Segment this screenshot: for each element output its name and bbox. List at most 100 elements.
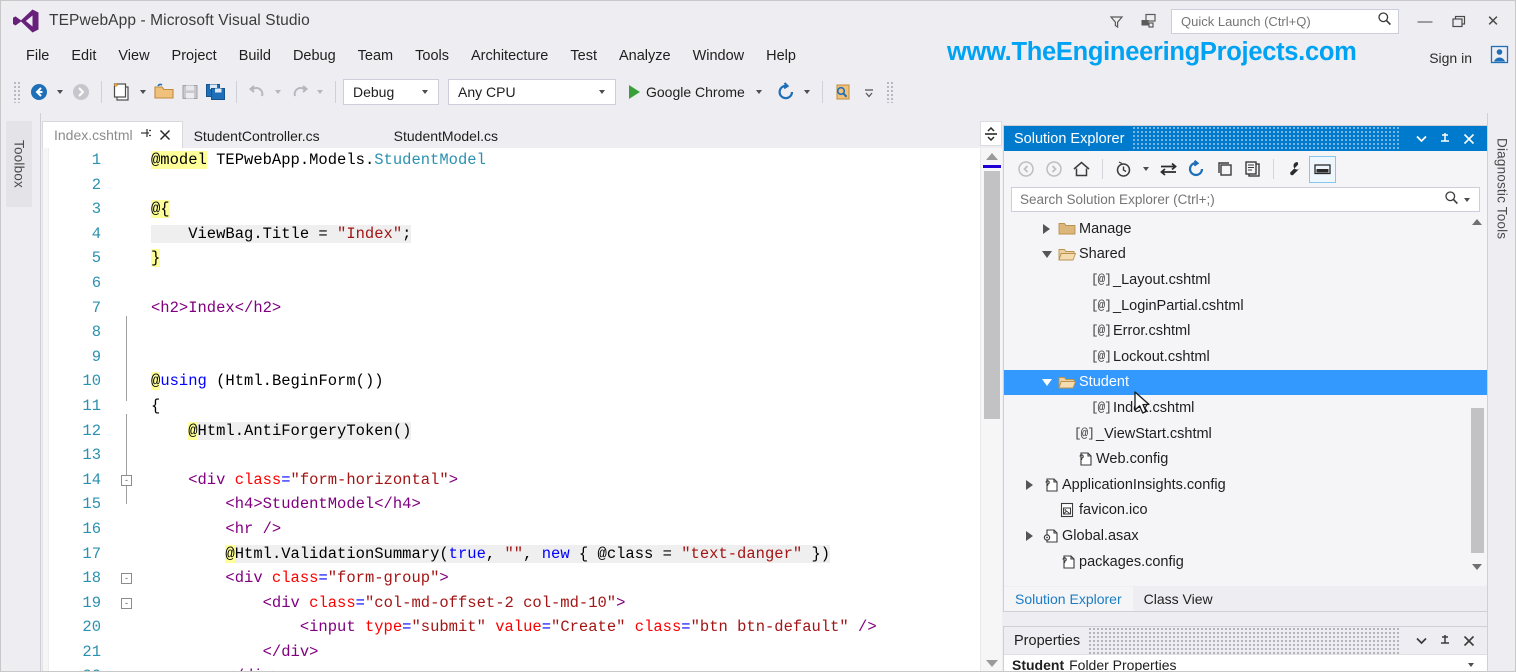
solution-platform-dropdown[interactable]: Any CPU — [448, 79, 616, 105]
code-line[interactable]: 15 <h4>StudentModel</h4> — [43, 492, 1002, 517]
tree-item-loginpartial-cshtml[interactable]: [@] _LoginPartial.cshtml — [1004, 293, 1487, 319]
code-line[interactable]: 17 @Html.ValidationSummary(true, "", new… — [43, 542, 1002, 567]
code-line[interactable]: 19 - <div class="col-md-offset-2 col-md-1… — [43, 591, 1002, 616]
toolbar-grip-end[interactable] — [885, 81, 894, 103]
chevron-right-icon[interactable] — [1021, 530, 1038, 541]
code-line[interactable]: 7 <h2>Index</h2> — [43, 296, 1002, 321]
scroll-up-arrow-icon[interactable] — [1472, 219, 1482, 225]
menu-item-tools[interactable]: Tools — [404, 45, 460, 67]
tree-item-favicon-ico[interactable]: favicon.ico — [1004, 498, 1487, 524]
code-line[interactable]: 9 — [43, 345, 1002, 370]
account-icon[interactable] — [1490, 45, 1509, 69]
code-line[interactable]: 6 — [43, 271, 1002, 296]
code-line[interactable]: 10 @using (Html.BeginForm()) — [43, 369, 1002, 394]
tab-solution-explorer[interactable]: Solution Explorer — [1004, 587, 1133, 611]
tree-vertical-scrollbar[interactable] — [1470, 216, 1485, 574]
menu-item-debug[interactable]: Debug — [282, 45, 347, 67]
title-bar-drag-area[interactable] — [1132, 126, 1401, 151]
scroll-thumb[interactable] — [1471, 408, 1484, 553]
tree-item-error-cshtml[interactable]: [@] Error.cshtml — [1004, 318, 1487, 344]
menu-item-build[interactable]: Build — [228, 45, 282, 67]
tree-item-shared[interactable]: Shared — [1004, 242, 1487, 268]
code-line[interactable]: 20 <input type="submit" value="Create" c… — [43, 615, 1002, 640]
tree-item-web-config[interactable]: Web.config — [1004, 446, 1487, 472]
code-line[interactable]: 5} — [43, 246, 1002, 271]
sync-views-icon[interactable] — [1155, 156, 1182, 183]
chevron-down-icon[interactable] — [1409, 126, 1433, 151]
tree-item-viewstart-cshtml[interactable]: [@] _ViewStart.cshtml — [1004, 421, 1487, 447]
tree-item-global-asax[interactable]: Global.asax — [1004, 523, 1487, 549]
sign-in-link[interactable]: Sign in — [1429, 50, 1472, 66]
tab-class-view[interactable]: Class View — [1133, 587, 1224, 611]
tree-item-lockout-cshtml[interactable]: [@] Lockout.cshtml — [1004, 344, 1487, 370]
tree-item-applicationinsights-config[interactable]: ApplicationInsights.config — [1004, 472, 1487, 498]
editor-tab-studentcontroller-cs[interactable]: StudentController.cs — [182, 123, 331, 148]
code-line[interactable]: 16 <hr /> — [43, 517, 1002, 542]
toolbox-tab[interactable]: Toolbox — [6, 121, 32, 207]
tree-item-index-cshtml[interactable]: [@] Index.cshtml — [1004, 395, 1487, 421]
restart-dropdown-icon[interactable] — [803, 90, 810, 94]
new-project-dropdown-icon[interactable] — [140, 90, 146, 94]
code-line[interactable]: 4 ViewBag.Title = "Index"; — [43, 222, 1002, 247]
menu-item-analyze[interactable]: Analyze — [608, 45, 682, 67]
code-line[interactable]: 8 — [43, 320, 1002, 345]
code-line[interactable]: 21 </div> — [43, 640, 1002, 665]
code-line[interactable]: 3 @{ — [43, 197, 1002, 222]
chevron-down-icon[interactable] — [1464, 197, 1470, 202]
chevron-down-icon[interactable] — [1038, 250, 1055, 258]
pending-changes-icon[interactable] — [1110, 156, 1137, 183]
fold-toggle-icon[interactable]: - — [121, 573, 132, 585]
tree-item-layout-cshtml[interactable]: [@] _Layout.cshtml — [1004, 267, 1487, 293]
quick-launch-box[interactable] — [1171, 8, 1399, 34]
refresh-icon[interactable] — [1183, 156, 1210, 183]
code-line[interactable]: 13 — [43, 443, 1002, 468]
restart-icon[interactable] — [773, 78, 799, 106]
pin-icon[interactable] — [140, 127, 152, 143]
close-icon[interactable] — [159, 129, 171, 141]
code-line[interactable]: 2 — [43, 173, 1002, 198]
navigate-backward-icon[interactable] — [26, 78, 52, 106]
scroll-thumb[interactable] — [984, 171, 1000, 419]
editor-tab-index-cshtml[interactable]: Index.cshtml — [42, 121, 183, 148]
menu-item-architecture[interactable]: Architecture — [460, 45, 559, 67]
solution-explorer-search-box[interactable] — [1011, 187, 1480, 212]
menu-item-edit[interactable]: Edit — [60, 45, 107, 67]
navigate-backward-dropdown-icon[interactable] — [57, 90, 63, 94]
close-button[interactable]: ✕ — [1477, 6, 1509, 36]
fold-toggle-icon[interactable]: - — [121, 597, 132, 609]
collapse-all-icon[interactable] — [1211, 156, 1238, 183]
save-all-icon[interactable] — [203, 78, 229, 106]
minimize-button[interactable]: — — [1409, 6, 1441, 36]
toolbar-overflow-icon[interactable] — [856, 78, 882, 106]
scroll-up-arrow-icon[interactable] — [986, 153, 998, 160]
send-feedback-icon[interactable] — [1133, 6, 1163, 36]
menu-item-project[interactable]: Project — [161, 45, 228, 67]
editor-tab-studentmodel-cs[interactable]: StudentModel.cs — [382, 123, 509, 148]
close-icon[interactable] — [1457, 627, 1481, 654]
tree-item-student[interactable]: Student — [1004, 369, 1487, 396]
solution-explorer-search-input[interactable] — [1020, 192, 1444, 207]
diagnostic-tools-tab[interactable]: Diagnostic Tools — [1490, 119, 1514, 259]
pin-icon[interactable] — [1433, 126, 1457, 151]
menu-item-team[interactable]: Team — [347, 45, 404, 67]
properties-icon[interactable] — [1281, 156, 1308, 183]
code-line[interactable]: 1 @model TEPwebApp.Models.StudentModel — [43, 148, 1002, 173]
quick-launch-input[interactable] — [1181, 13, 1377, 29]
code-line[interactable]: 11 { — [43, 394, 1002, 419]
chevron-down-icon[interactable] — [1468, 662, 1474, 667]
chevron-down-icon[interactable] — [1409, 627, 1433, 654]
pin-icon[interactable] — [1433, 627, 1457, 654]
home-icon[interactable] — [1068, 156, 1095, 183]
find-in-files-icon[interactable] — [830, 78, 856, 106]
pending-changes-dropdown-icon[interactable] — [1143, 167, 1149, 171]
menu-item-view[interactable]: View — [107, 45, 160, 67]
feedback-funnel-icon[interactable] — [1101, 6, 1131, 36]
new-project-icon[interactable] — [109, 78, 135, 106]
menu-item-help[interactable]: Help — [755, 45, 807, 67]
fold-toggle-icon[interactable]: - — [121, 474, 132, 486]
chevron-right-icon[interactable] — [1021, 479, 1038, 490]
properties-object-selector[interactable]: Student Folder Properties — [1004, 654, 1487, 671]
code-line[interactable]: 18 - <div class="form-group"> — [43, 566, 1002, 591]
solution-explorer-tree[interactable]: Manage Shared [@] _Layout.cshtml [@] _LoginPa… — [1004, 216, 1487, 574]
chevron-down-icon[interactable] — [1038, 378, 1055, 386]
